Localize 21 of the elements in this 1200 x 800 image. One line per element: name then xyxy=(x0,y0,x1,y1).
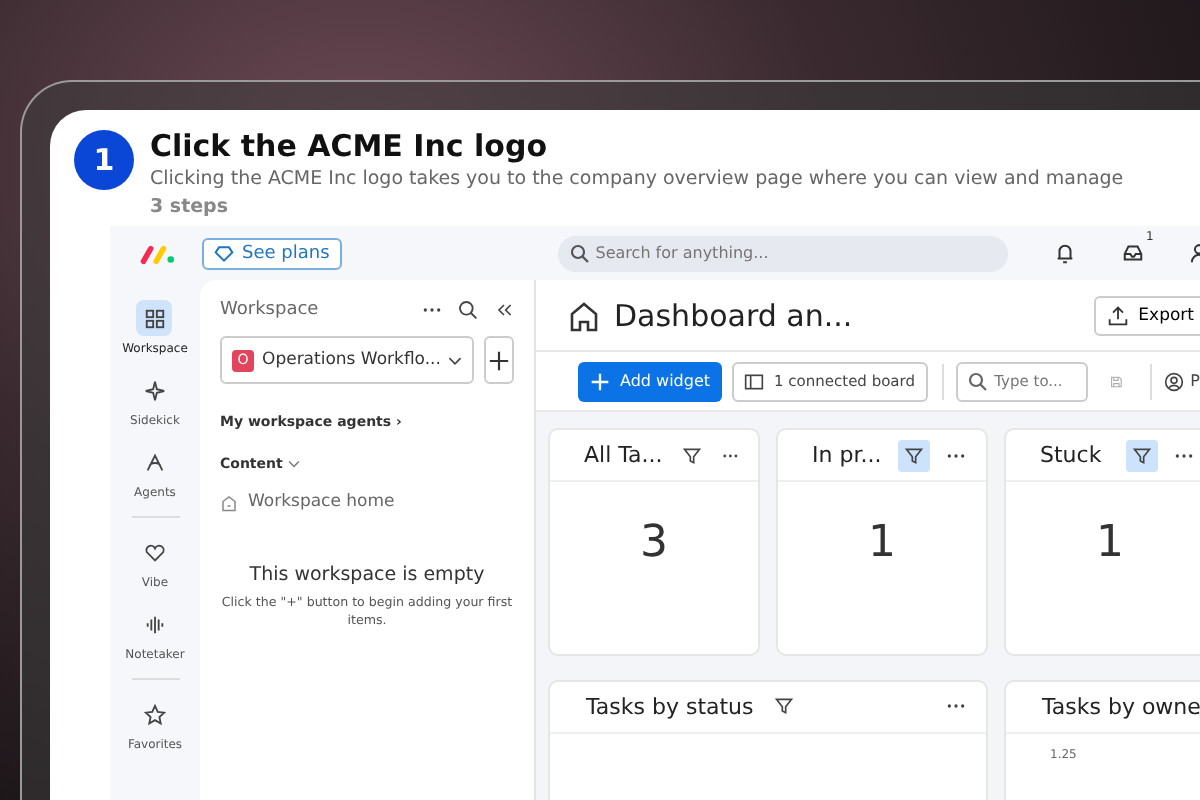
panel-title: Workspace xyxy=(220,300,319,320)
export-button[interactable]: Export xyxy=(1094,295,1200,335)
widget-title: In pr... xyxy=(812,442,882,468)
step-count: 3 steps xyxy=(150,194,231,220)
empty-state-title: This workspace is empty xyxy=(247,564,487,586)
widget-value: 1 xyxy=(1094,516,1126,568)
see-plans-button[interactable]: See plans xyxy=(202,237,342,269)
widget-title: Stuck xyxy=(1040,442,1104,468)
widget-value: 1 xyxy=(866,516,898,568)
step-title: Click the ACME Inc logo xyxy=(150,130,550,164)
step-number: 1 xyxy=(74,130,134,190)
widget-title: Tasks by owne xyxy=(1042,693,1200,719)
person-filter-button[interactable]: P xyxy=(1164,371,1200,391)
step-description: Clicking the ACME Inc logo takes you to the company overview page where you can view and manage xyxy=(150,166,1124,194)
search-field[interactable]: Search for anything... xyxy=(557,235,1008,271)
dashboard-title: Dashboard an... xyxy=(614,297,853,333)
widget-value: 3 xyxy=(638,516,670,568)
workspace-home-item[interactable]: Workspace home xyxy=(220,492,514,512)
widget-title: Tasks by status xyxy=(586,693,754,719)
widget-title: All Ta... xyxy=(584,442,663,468)
add-widget-button[interactable]: Add widget xyxy=(578,361,723,401)
